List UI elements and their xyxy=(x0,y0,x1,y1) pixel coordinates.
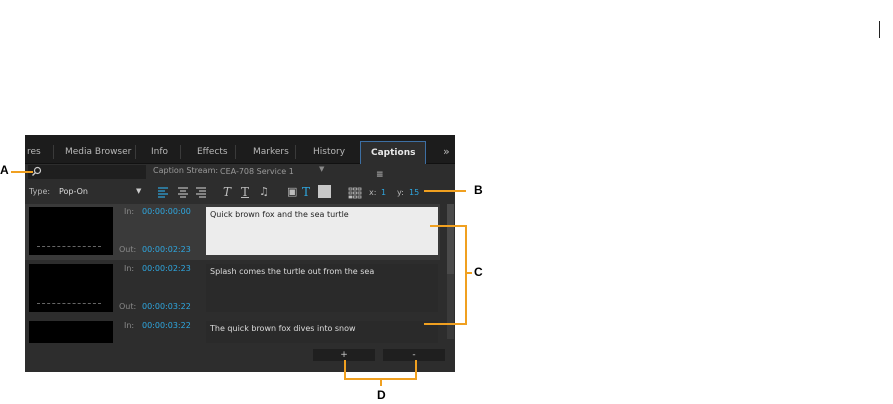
in-label: In: xyxy=(124,264,135,273)
callout-b-line xyxy=(424,190,466,192)
callout-c: C xyxy=(474,265,483,279)
format-toolbar: Type: Pop-On ▼ T T ♫ ▣ T x: 1 y: 15 xyxy=(25,183,455,201)
position-grid-icon[interactable] xyxy=(348,186,362,200)
scrollbar-thumb[interactable] xyxy=(447,204,454,274)
callout-d: D xyxy=(377,388,386,402)
callout-c-line-top xyxy=(430,225,466,227)
y-label: y: xyxy=(397,188,404,197)
caption-row[interactable]: In: 00:00:02:23 Out: 00:00:03:22 Splash … xyxy=(25,261,440,317)
text-color-icon[interactable]: T xyxy=(302,185,310,199)
chevron-down-icon[interactable]: ▼ xyxy=(319,165,324,173)
page-edge-line xyxy=(879,21,880,38)
search-input[interactable] xyxy=(28,165,146,179)
type-label: Type: xyxy=(29,187,51,196)
tab-media-browser[interactable]: Media Browser xyxy=(65,141,131,163)
caption-stream-select[interactable]: CEA-708 Service 1 xyxy=(220,165,330,179)
tab-info[interactable]: Info xyxy=(151,141,168,163)
tab-separator xyxy=(180,145,181,159)
in-label: In: xyxy=(124,207,135,216)
callout-d-line-left xyxy=(344,360,346,380)
chevron-down-icon[interactable]: ▼ xyxy=(136,187,141,195)
tab-separator xyxy=(53,145,54,159)
x-label: x: xyxy=(369,188,377,197)
callout-a-line xyxy=(11,171,33,173)
tab-effects[interactable]: Effects xyxy=(197,141,228,163)
panel-tab-bar: res Media Browser Info Effects Markers H… xyxy=(25,135,455,180)
thumbnail-placeholder-line xyxy=(37,246,101,247)
callout-c-line-mid xyxy=(465,272,472,274)
out-timecode[interactable]: 00:00:03:22 xyxy=(142,302,191,311)
x-value[interactable]: 1 xyxy=(381,188,386,197)
out-label: Out: xyxy=(119,302,137,311)
thumbnail-placeholder-line xyxy=(37,303,101,304)
align-center-icon[interactable] xyxy=(177,185,189,199)
out-label: Out: xyxy=(119,245,137,254)
search-row: Caption Stream: CEA-708 Service 1 ▼ xyxy=(25,164,455,180)
in-timecode[interactable]: 00:00:03:22 xyxy=(142,321,191,330)
tab-markers[interactable]: Markers xyxy=(253,141,289,163)
in-timecode[interactable]: 00:00:02:23 xyxy=(142,264,191,273)
tab-separator xyxy=(295,145,296,159)
tab-captions[interactable]: Captions ≡ xyxy=(360,141,426,180)
remove-caption-button[interactable]: - xyxy=(383,349,445,361)
caption-thumbnail xyxy=(29,264,113,312)
tab-captions-label: Captions xyxy=(371,148,416,158)
caption-text-field[interactable]: The quick brown fox dives into snow xyxy=(206,321,438,343)
align-right-icon[interactable] xyxy=(195,185,207,199)
tab-history[interactable]: History xyxy=(313,141,345,163)
caption-text-field[interactable]: Quick brown fox and the sea turtle xyxy=(206,207,438,255)
callout-b: B xyxy=(474,183,483,197)
underline-icon[interactable]: T xyxy=(241,185,249,199)
callout-d-line-right xyxy=(415,360,417,380)
type-select[interactable]: Pop-On xyxy=(59,187,88,196)
color-swatch[interactable] xyxy=(318,185,331,198)
tab-separator xyxy=(135,145,136,159)
align-left-icon[interactable] xyxy=(157,185,169,199)
caption-thumbnail xyxy=(29,321,113,343)
background-color-icon[interactable]: ▣ xyxy=(287,185,297,199)
y-value[interactable]: 15 xyxy=(409,188,419,197)
tab-separator xyxy=(235,145,236,159)
italic-icon[interactable]: T xyxy=(223,185,231,199)
in-label: In: xyxy=(124,321,135,330)
callout-d-line-mid xyxy=(380,378,382,386)
music-note-icon[interactable]: ♫ xyxy=(259,185,269,199)
callout-c-line-bottom xyxy=(424,323,466,325)
callout-c-bracket xyxy=(465,225,467,325)
caption-text-field[interactable]: Splash comes the turtle out from the sea xyxy=(206,264,438,312)
in-timecode[interactable]: 00:00:00:00 xyxy=(142,207,191,216)
caption-row[interactable]: In: 00:00:00:00 Out: 00:00:02:23 Quick b… xyxy=(25,204,440,260)
captions-panel: res Media Browser Info Effects Markers H… xyxy=(25,135,455,372)
caption-thumbnail xyxy=(29,207,113,255)
overflow-chevron-icon[interactable]: » xyxy=(443,141,450,163)
caption-stream-label: Caption Stream: xyxy=(153,166,219,175)
caption-button-bar: + - xyxy=(25,344,455,372)
out-timecode[interactable]: 00:00:02:23 xyxy=(142,245,191,254)
tab-res[interactable]: res xyxy=(27,141,41,163)
callout-a: A xyxy=(0,163,9,177)
caption-list: In: 00:00:00:00 Out: 00:00:02:23 Quick b… xyxy=(25,204,446,344)
caption-row[interactable]: In: 00:00:03:22 The quick brown fox dive… xyxy=(25,318,440,344)
